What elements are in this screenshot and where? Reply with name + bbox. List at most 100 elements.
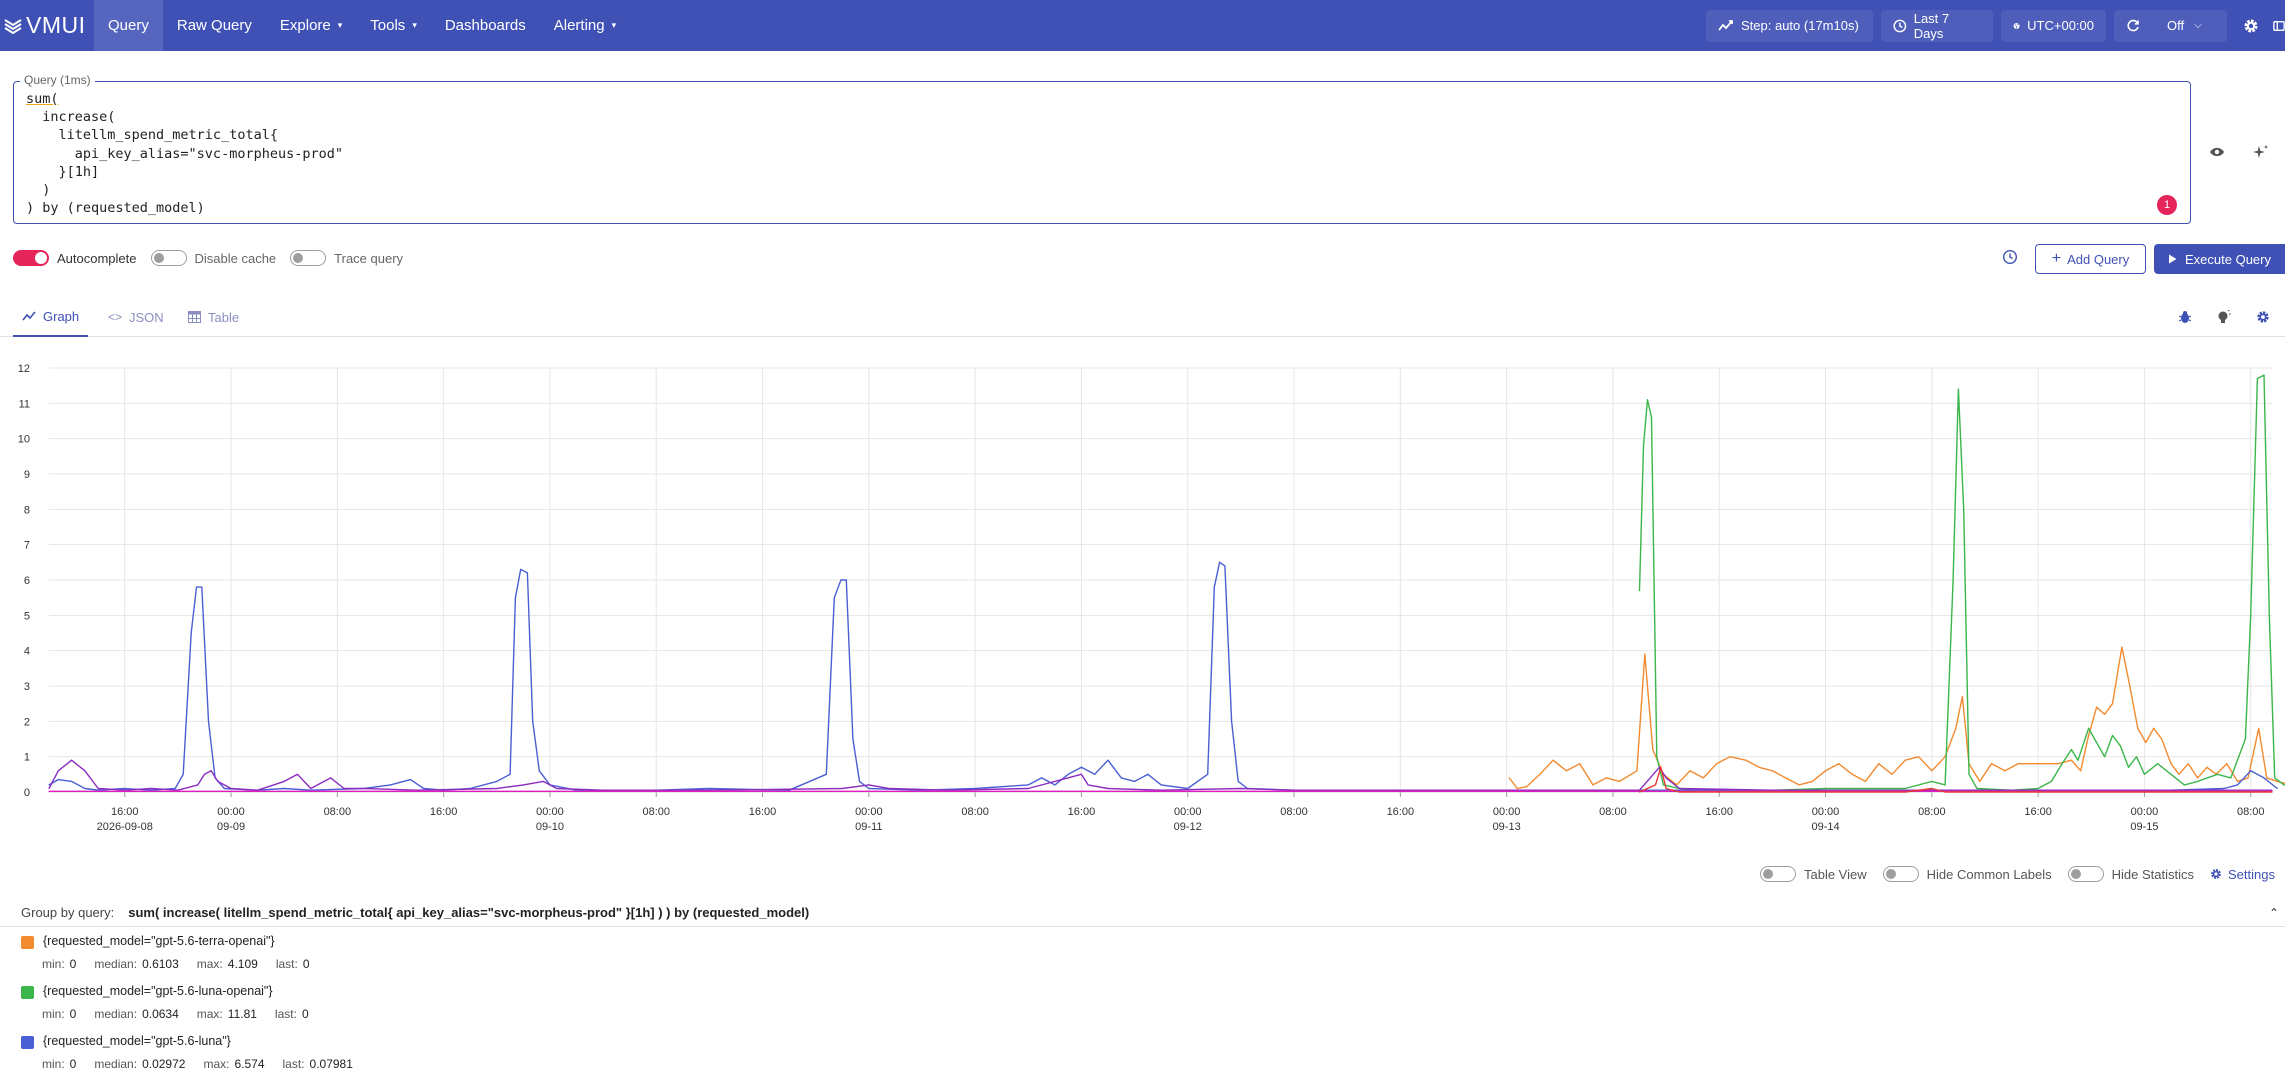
logo-text: VMUI	[26, 12, 86, 38]
nav-explore[interactable]: Explore ▾	[266, 0, 356, 51]
data-point	[1702, 777, 1704, 779]
x-tick-label: 00:00	[1812, 806, 1840, 818]
add-query-button[interactable]: + Add Query	[2035, 244, 2146, 274]
chevron-up-icon[interactable]: ⌃	[2269, 906, 2279, 920]
data-point	[2044, 763, 2046, 765]
data-point	[2096, 741, 2098, 744]
graph-panel[interactable]: 0 1 2 3 4 5 6 7 8 9 10 11 12 16:00 2026-09-08 00:00 09-0…	[0, 350, 2285, 845]
query-text[interactable]: sum( increase( litellm_spend_metric_tota…	[26, 90, 343, 217]
x-tick-date-label: 09-13	[1493, 821, 1521, 833]
toggle-query-visibility-button[interactable]	[2206, 141, 2228, 163]
series-line-luna_openai	[1638, 374, 2285, 791]
legend-settings-button[interactable]: Settings	[2210, 867, 2275, 882]
query-editor[interactable]: Query (1ms) sum( increase( litellm_spend…	[13, 73, 2191, 224]
data-point	[182, 773, 184, 775]
stat-label-last: last:	[274, 1007, 297, 1021]
data-point	[1027, 787, 1029, 790]
sidebar-toggle-button[interactable]	[2273, 19, 2285, 33]
autocomplete-toggle[interactable]	[13, 250, 49, 266]
data-point	[197, 784, 199, 786]
graph-settings-button[interactable]	[2252, 306, 2274, 328]
tab-table[interactable]: Table	[188, 297, 248, 337]
data-point	[833, 597, 835, 599]
data-point	[1087, 784, 1089, 786]
data-point	[1644, 653, 1646, 655]
data-point	[888, 787, 890, 790]
x-tick-label: 08:00	[1280, 806, 1308, 818]
query-options: Autocomplete Disable cache Trace query	[13, 248, 417, 268]
refresh-icon	[2127, 19, 2139, 31]
data-point	[363, 787, 365, 790]
data-point	[1506, 790, 1508, 792]
hide-common-labels-toggle[interactable]	[1882, 866, 1919, 882]
trace-query-toggle[interactable]	[290, 250, 327, 266]
y-tick-label: 5	[24, 610, 30, 622]
data-point	[84, 787, 86, 790]
data-point	[2263, 777, 2265, 779]
nav-item-label: Dashboards	[444, 17, 526, 34]
query-line: }[1h]	[26, 163, 100, 180]
query-line: ) by (requested_model)	[26, 200, 205, 217]
data-point	[1931, 787, 1933, 790]
eye-icon	[2210, 147, 2224, 157]
tab-json[interactable]: <> JSON	[108, 297, 168, 337]
data-point	[2161, 738, 2163, 740]
query-info-button[interactable]	[1999, 246, 2021, 268]
add-query-label: Add Query	[2067, 251, 2130, 267]
legend-stats: min: 0 median: 0.02972 max: 6.574 last: 0.07981	[42, 1057, 371, 1071]
data-point	[1219, 561, 1221, 563]
hide-statistics-toggle[interactable]	[2067, 866, 2104, 882]
timezone-button[interactable]: UTC+00:00	[2001, 9, 2106, 42]
query-ai-assist-button[interactable]	[2250, 141, 2272, 163]
x-tick-label: 16:00	[111, 806, 139, 818]
series-line-luna	[48, 561, 2278, 791]
legend-series-name: {requested_model="gpt-5.6-luna"}	[43, 1034, 231, 1048]
debug-button[interactable]	[2174, 306, 2196, 328]
data-point	[2263, 374, 2265, 376]
logo[interactable]: VMUI	[4, 0, 94, 51]
data-point	[2206, 766, 2208, 768]
legend-color-swatch	[21, 986, 34, 999]
legend-group-header[interactable]: Group by query: sum( increase( litellm_s…	[0, 899, 2285, 927]
data-point	[2197, 777, 2199, 779]
x-tick-label: 16:00	[430, 806, 458, 818]
error-count-badge[interactable]: 1	[2157, 195, 2177, 215]
chart-line-icon	[22, 311, 36, 321]
nav-query[interactable]: Query	[94, 0, 163, 51]
time-range-button[interactable]: Last 7 Days	[1881, 9, 1993, 42]
disable-cache-toggle[interactable]	[150, 250, 187, 266]
execute-query-label: Execute Query	[2185, 251, 2271, 267]
data-point	[708, 787, 711, 790]
time-range-label: Last 7 Days	[1913, 10, 1950, 41]
line-chart[interactable]: 012345678910111216:002026-09-0800:0009-0…	[0, 350, 2285, 845]
data-point	[2104, 756, 2106, 758]
x-tick-label: 16:00	[2024, 806, 2052, 818]
data-point	[1147, 773, 1149, 775]
tab-graph[interactable]: Graph	[13, 297, 88, 337]
tips-button[interactable]	[2213, 306, 2235, 328]
data-point	[2070, 749, 2072, 751]
table-icon	[188, 311, 201, 323]
data-point	[1864, 780, 1866, 782]
data-point	[1758, 766, 1760, 768]
nav-item-label: Raw Query	[176, 17, 252, 34]
nav-tools[interactable]: Tools ▾	[356, 0, 431, 51]
data-point	[203, 773, 206, 775]
step-button[interactable]: Step: auto (17m10s)	[1706, 9, 1873, 42]
nav-alerting[interactable]: Alerting ▾	[540, 0, 630, 51]
data-point	[2061, 763, 2063, 765]
stat-value-median: 0.02972	[142, 1057, 186, 1071]
data-point	[2070, 759, 2072, 761]
table-view-toggle[interactable]	[1759, 866, 1796, 882]
data-point	[538, 770, 540, 772]
nav-dashboards[interactable]: Dashboards	[431, 0, 540, 51]
chart-line-icon	[1718, 19, 1733, 31]
refresh-button[interactable]: Off ⌵	[2114, 9, 2227, 42]
data-point	[2137, 727, 2139, 729]
data-point	[48, 784, 50, 786]
settings-button[interactable]	[2237, 18, 2265, 34]
x-tick-label: 16:00	[1387, 806, 1415, 818]
nav-raw-query[interactable]: Raw Query	[163, 0, 266, 51]
execute-query-button[interactable]: Execute Query	[2154, 244, 2285, 274]
data-point	[1579, 763, 1581, 765]
